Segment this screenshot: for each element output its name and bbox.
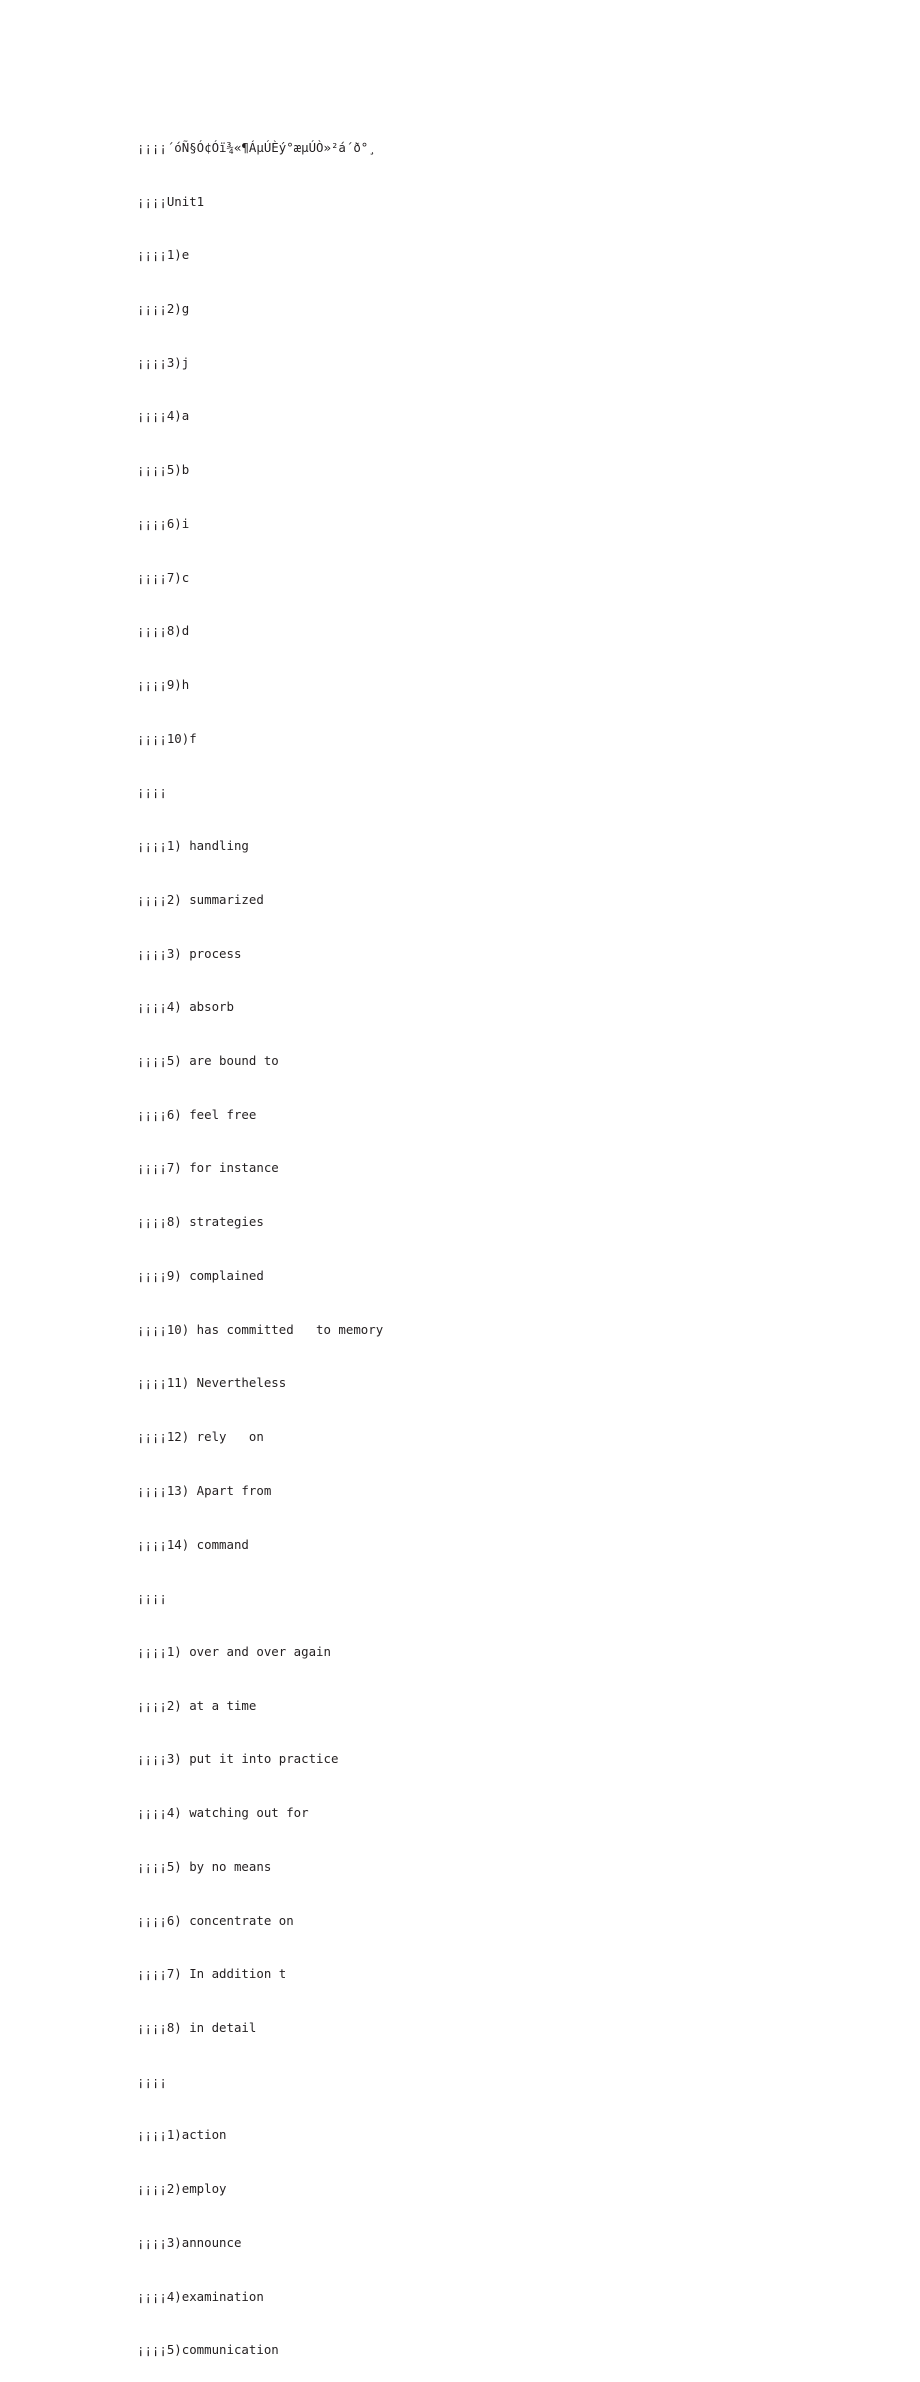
text-line: ¡¡¡¡3)j xyxy=(137,354,190,370)
text-line: ¡¡¡¡10)f xyxy=(137,730,197,746)
text-line: ¡¡¡¡1)action xyxy=(137,2127,227,2143)
text-line: ¡¡¡¡2) summarized xyxy=(137,891,264,907)
text-line: ¡¡¡¡2)employ xyxy=(137,2181,227,2197)
text-line: ¡¡¡¡1) handling xyxy=(137,838,249,854)
text-line: ¡¡¡¡ xyxy=(137,1590,167,1606)
text-line: ¡¡¡¡Unit1 xyxy=(137,193,205,209)
document-text-block: ¡¡¡¡´óÑ§Ó¢Óï¾«¶ÁµÚÈý°æµÚÒ»²á´ð°¸ ¡¡¡¡Uni… xyxy=(137,103,383,2382)
text-line: ¡¡¡¡4) watching out for xyxy=(137,1805,309,1821)
text-line: ¡¡¡¡9) complained xyxy=(137,1267,264,1283)
text-line: ¡¡¡¡2)g xyxy=(137,300,190,316)
text-line: ¡¡¡¡7) for instance xyxy=(137,1160,279,1176)
text-line: ¡¡¡¡5) by no means xyxy=(137,1858,272,1874)
text-line: ¡¡¡¡ xyxy=(137,784,167,800)
text-line: ¡¡¡¡5)b xyxy=(137,462,190,478)
text-line: ¡¡¡¡ xyxy=(137,2073,167,2089)
text-line: ¡¡¡¡11) Nevertheless xyxy=(137,1375,287,1391)
text-line: ¡¡¡¡6) feel free xyxy=(137,1106,257,1122)
text-line: ¡¡¡¡2) at a time xyxy=(137,1697,257,1713)
text-line: ¡¡¡¡12) rely on xyxy=(137,1429,264,1445)
text-line: ¡¡¡¡4) absorb xyxy=(137,999,234,1015)
text-line: ¡¡¡¡6)i xyxy=(137,515,190,531)
text-line: ¡¡¡¡5) are bound to xyxy=(137,1053,279,1069)
text-line: ¡¡¡¡8) strategies xyxy=(137,1214,264,1230)
text-line: ¡¡¡¡13) Apart from xyxy=(137,1482,272,1498)
text-line: ¡¡¡¡8)d xyxy=(137,623,190,639)
text-line: ¡¡¡¡1)e xyxy=(137,247,190,263)
text-line: ¡¡¡¡3) put it into practice xyxy=(137,1751,339,1767)
text-line: ¡¡¡¡7) In addition t xyxy=(137,1966,287,1982)
text-line: ¡¡¡¡3)announce xyxy=(137,2234,242,2250)
text-line: ¡¡¡¡6) concentrate on xyxy=(137,1912,294,1928)
document-page: ¡¡¡¡´óÑ§Ó¢Óï¾«¶ÁµÚÈý°æµÚÒ»²á´ð°¸ ¡¡¡¡Uni… xyxy=(0,0,920,2357)
text-line: ¡¡¡¡4)examination xyxy=(137,2288,264,2304)
text-line: ¡¡¡¡10) has committed to memory xyxy=(137,1321,384,1337)
text-line: ¡¡¡¡5)communication xyxy=(137,2342,279,2358)
text-line: ¡¡¡¡3) process xyxy=(137,945,242,961)
text-line: ¡¡¡¡´óÑ§Ó¢Óï¾«¶ÁµÚÈý°æµÚÒ»²á´ð°¸ xyxy=(137,139,376,155)
text-line: ¡¡¡¡1) over and over again xyxy=(137,1643,331,1659)
text-line: ¡¡¡¡9)h xyxy=(137,677,190,692)
text-line: ¡¡¡¡7)c xyxy=(137,569,190,585)
text-line: ¡¡¡¡14) command xyxy=(137,1536,249,1552)
text-line: ¡¡¡¡8) in detail xyxy=(137,2019,257,2035)
text-line: ¡¡¡¡4)a xyxy=(137,408,190,424)
